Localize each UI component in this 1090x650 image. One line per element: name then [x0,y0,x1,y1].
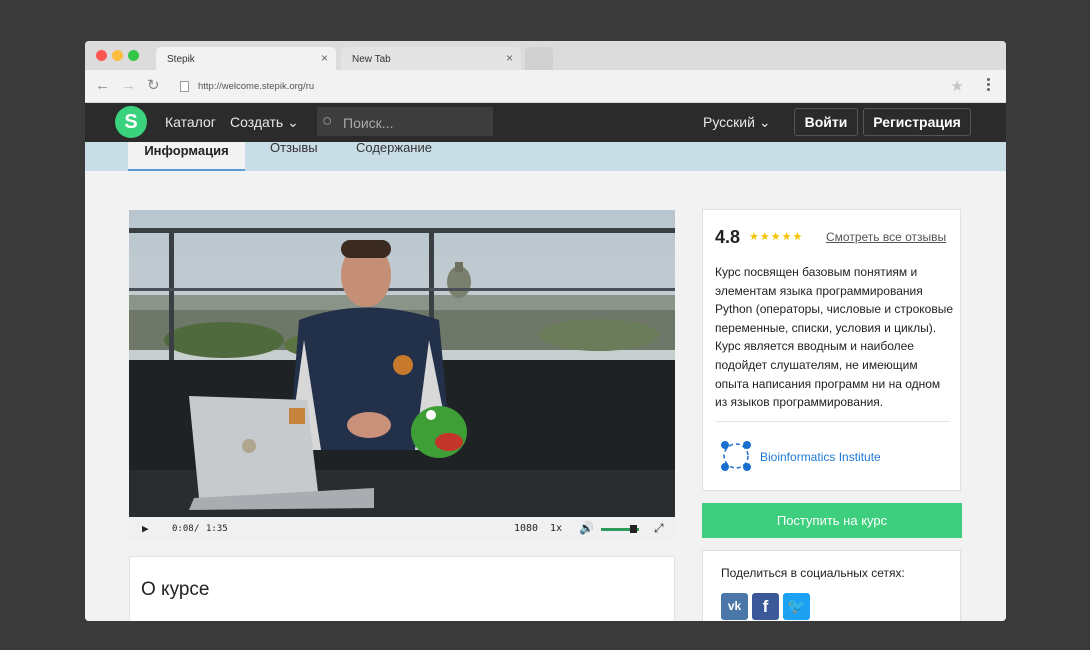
all-reviews-link[interactable]: Смотреть все отзывы [826,230,946,244]
course-page: Информация Отзывы Содержание ▶ 0:08 / 1:… [85,142,1006,621]
course-tabs: Информация Отзывы Содержание [85,142,1006,171]
create-menu-label: Создать [230,114,284,130]
browser-tab-new-tab[interactable]: New Tab × [341,47,521,70]
maximize-window-button[interactable] [128,50,139,61]
organization-link[interactable]: Bioinformatics Institute [760,450,881,464]
address-bar: ← → ↻ http://welcome.stepik.org/ru ★ [85,70,1006,103]
chevron-down-icon: ⌄ [287,114,299,130]
video-time-separator: / [194,524,200,534]
rating-stars: ★★★★★ [749,231,804,243]
language-label: Русский [703,114,755,130]
browser-window: Stepik × New Tab × ← → ↻ http://welcome.… [85,41,1006,621]
course-description: Курс посвящен базовым понятиям и элемент… [715,265,954,410]
video-player[interactable]: ▶ 0:08 / 1:35 1080 1x 🔊 ⤢ [129,210,675,541]
search-box[interactable]: ○ Поиск... [317,107,493,136]
search-icon: ○ [322,111,333,130]
browser-tab-title: Stepik [167,54,195,65]
bioinformatics-institute-logo[interactable] [720,440,752,472]
browser-tab-stepik[interactable]: Stepik × [156,47,336,70]
close-tab-icon[interactable]: × [506,51,513,65]
site-header: S Каталог Создать ⌄ ○ Поиск... Русский ⌄… [85,103,1006,142]
tab-reviews[interactable]: Отзывы [270,142,318,155]
tab-info[interactable]: Информация [128,142,245,171]
bookmark-star-icon[interactable]: ★ [951,77,964,95]
video-current-time: 0:08 [172,524,194,534]
browser-tab-strip: Stepik × New Tab × [85,41,1006,70]
register-button[interactable]: Регистрация [863,108,971,136]
about-course-title: О курсе [141,579,210,600]
volume-icon[interactable]: 🔊 [579,521,594,535]
video-controls: ▶ 0:08 / 1:35 1080 1x 🔊 ⤢ [129,517,675,541]
login-button[interactable]: Войти [794,108,858,136]
play-icon[interactable]: ▶ [142,522,149,535]
new-tab-button[interactable] [525,47,553,70]
vk-share-icon[interactable]: vk [721,593,748,620]
divider [715,421,950,422]
rating-value: 4.8 [715,227,741,247]
course-info-card: 4.8 ★★★★★ Смотреть все отзывы Курс посвя… [702,209,961,491]
share-card: Поделиться в социальных сетях: vk f 🐦 [702,550,961,621]
forward-arrow-icon[interactable]: → [121,77,136,95]
search-input[interactable]: Поиск... [343,115,393,131]
about-course-section: О курсе [129,556,675,621]
video-speed-button[interactable]: 1x [550,523,562,534]
browser-menu-icon[interactable] [987,78,990,93]
minimize-window-button[interactable] [112,50,123,61]
chevron-down-icon: ⌄ [758,114,771,130]
browser-tab-title: New Tab [352,54,391,65]
enroll-button[interactable]: Поступить на курс [702,503,962,538]
catalog-link[interactable]: Каталог [165,114,216,130]
share-title: Поделиться в социальных сетях: [721,566,905,580]
close-window-button[interactable] [96,50,107,61]
close-tab-icon[interactable]: × [321,51,328,65]
create-menu[interactable]: Создать ⌄ [230,114,299,131]
fullscreen-icon[interactable]: ⤢ [654,521,664,536]
back-arrow-icon[interactable]: ← [95,77,110,95]
twitter-share-icon[interactable]: 🐦 [783,593,810,620]
reload-icon[interactable]: ↻ [147,77,160,95]
video-duration: 1:35 [206,524,228,534]
tab-contents[interactable]: Содержание [356,142,432,155]
page-icon [180,81,189,92]
url-field[interactable]: http://welcome.stepik.org/ru [198,81,314,92]
language-selector[interactable]: Русский ⌄ [703,114,771,131]
video-frame[interactable] [129,210,675,517]
facebook-share-icon[interactable]: f [752,593,779,620]
stepik-logo[interactable]: S [115,106,147,138]
volume-slider-handle[interactable] [630,525,638,533]
video-quality-button[interactable]: 1080 [514,523,538,534]
